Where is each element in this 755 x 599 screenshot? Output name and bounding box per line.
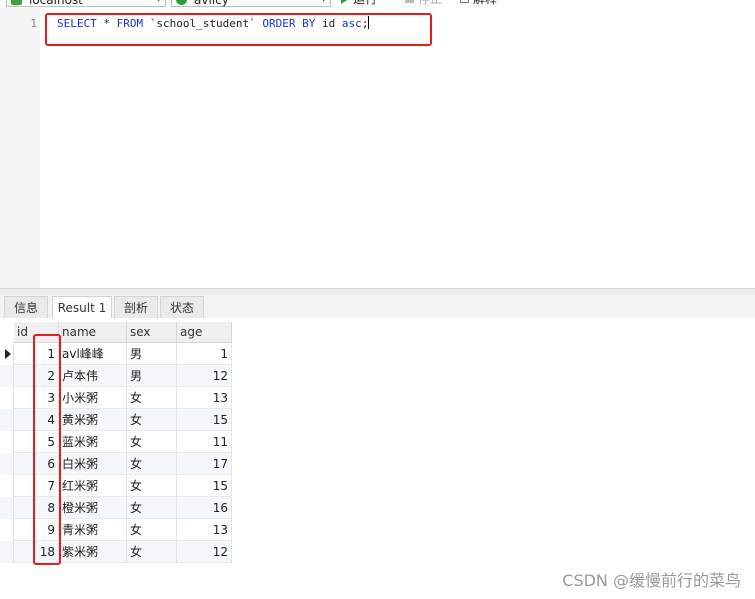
- row-indicator[interactable]: [0, 519, 14, 541]
- result-grid: id name sex age 1 avl峰峰男 1 2 卢本伟男 12 3 小米粥女 13 4 黄…: [0, 318, 755, 599]
- row-indicator[interactable]: [0, 453, 14, 475]
- cell-age[interactable]: 12: [177, 541, 232, 563]
- row-indicator[interactable]: [0, 475, 14, 497]
- cell-name[interactable]: 紫米粥: [59, 541, 127, 563]
- cell-name[interactable]: 红米粥: [59, 475, 127, 497]
- result-tabs: 信息 Result 1 剖析 状态: [0, 294, 755, 320]
- row-indicator[interactable]: [0, 387, 14, 409]
- explain-label: 解释: [473, 0, 497, 6]
- cell-name[interactable]: 白米粥: [59, 453, 127, 475]
- cell-age[interactable]: 1: [177, 343, 232, 365]
- connection-select[interactable]: localhost ▾: [6, 0, 166, 7]
- cell-age[interactable]: 16: [177, 497, 232, 519]
- row-indicator[interactable]: [0, 497, 14, 519]
- column-header-name[interactable]: name: [59, 322, 127, 343]
- tab-result-1[interactable]: Result 1: [52, 296, 112, 320]
- cell-name[interactable]: 黄米粥: [59, 409, 127, 431]
- cell-age[interactable]: 15: [177, 475, 232, 497]
- cell-age[interactable]: 15: [177, 409, 232, 431]
- cell-age[interactable]: 13: [177, 387, 232, 409]
- column-header-age[interactable]: age: [177, 322, 232, 343]
- cell-age[interactable]: 11: [177, 431, 232, 453]
- toolbar: localhost ▾ avlicy ▾ 运行 停止 解释: [0, 0, 755, 8]
- line-number: 1: [30, 17, 37, 30]
- tab-status[interactable]: 状态: [160, 296, 204, 318]
- cell-sex[interactable]: 女: [127, 453, 177, 475]
- database-value: avlicy: [194, 0, 229, 7]
- cell-name[interactable]: 橙米粥: [59, 497, 127, 519]
- connection-icon: [11, 0, 22, 5]
- cell-sex[interactable]: 女: [127, 497, 177, 519]
- cell-age[interactable]: 13: [177, 519, 232, 541]
- cell-sex[interactable]: 女: [127, 475, 177, 497]
- stop-button[interactable]: 停止: [405, 0, 442, 7]
- row-pointer-icon: [5, 349, 11, 359]
- tab-info[interactable]: 信息: [4, 296, 48, 318]
- chevron-down-icon: ▾: [156, 0, 161, 5]
- run-button[interactable]: 运行: [341, 0, 377, 7]
- cell-name[interactable]: 小米粥: [59, 387, 127, 409]
- cell-name[interactable]: 卢本伟: [59, 365, 127, 387]
- stop-icon: [405, 0, 414, 3]
- cell-sex[interactable]: 女: [127, 519, 177, 541]
- cell-name[interactable]: avl峰峰: [59, 343, 127, 365]
- cell-sex[interactable]: 女: [127, 431, 177, 453]
- cell-sex[interactable]: 女: [127, 409, 177, 431]
- stop-label: 停止: [418, 0, 442, 6]
- line-number-gutter: 1: [0, 8, 40, 288]
- sql-editor[interactable]: 1 SELECT * FROM `school_student` ORDER B…: [0, 8, 755, 288]
- cell-age[interactable]: 17: [177, 453, 232, 475]
- row-indicator[interactable]: [0, 431, 14, 453]
- row-indicator[interactable]: [0, 343, 14, 365]
- cell-sex[interactable]: 女: [127, 541, 177, 563]
- cell-name[interactable]: 蓝米粥: [59, 431, 127, 453]
- explain-button[interactable]: 解释: [460, 0, 497, 7]
- row-indicator[interactable]: [0, 541, 14, 563]
- id-column-highlight-box: [33, 334, 61, 565]
- cell-sex[interactable]: 男: [127, 343, 177, 365]
- database-select[interactable]: avlicy ▾: [171, 0, 331, 7]
- run-icon: [341, 0, 349, 4]
- watermark: CSDN @缓慢前行的菜鸟: [562, 571, 741, 590]
- cell-sex[interactable]: 女: [127, 387, 177, 409]
- cell-name[interactable]: 青米粥: [59, 519, 127, 541]
- chevron-down-icon: ▾: [321, 0, 326, 5]
- connection-value: localhost: [29, 0, 83, 7]
- column-header-sex[interactable]: sex: [127, 322, 177, 343]
- row-indicator[interactable]: [0, 409, 14, 431]
- tab-profile[interactable]: 剖析: [114, 296, 158, 318]
- query-highlight-box: [45, 13, 432, 46]
- cell-sex[interactable]: 男: [127, 365, 177, 387]
- run-label: 运行: [353, 0, 377, 6]
- cell-age[interactable]: 12: [177, 365, 232, 387]
- explain-icon: [460, 0, 469, 3]
- database-icon: [176, 0, 187, 5]
- row-indicator[interactable]: [0, 365, 14, 387]
